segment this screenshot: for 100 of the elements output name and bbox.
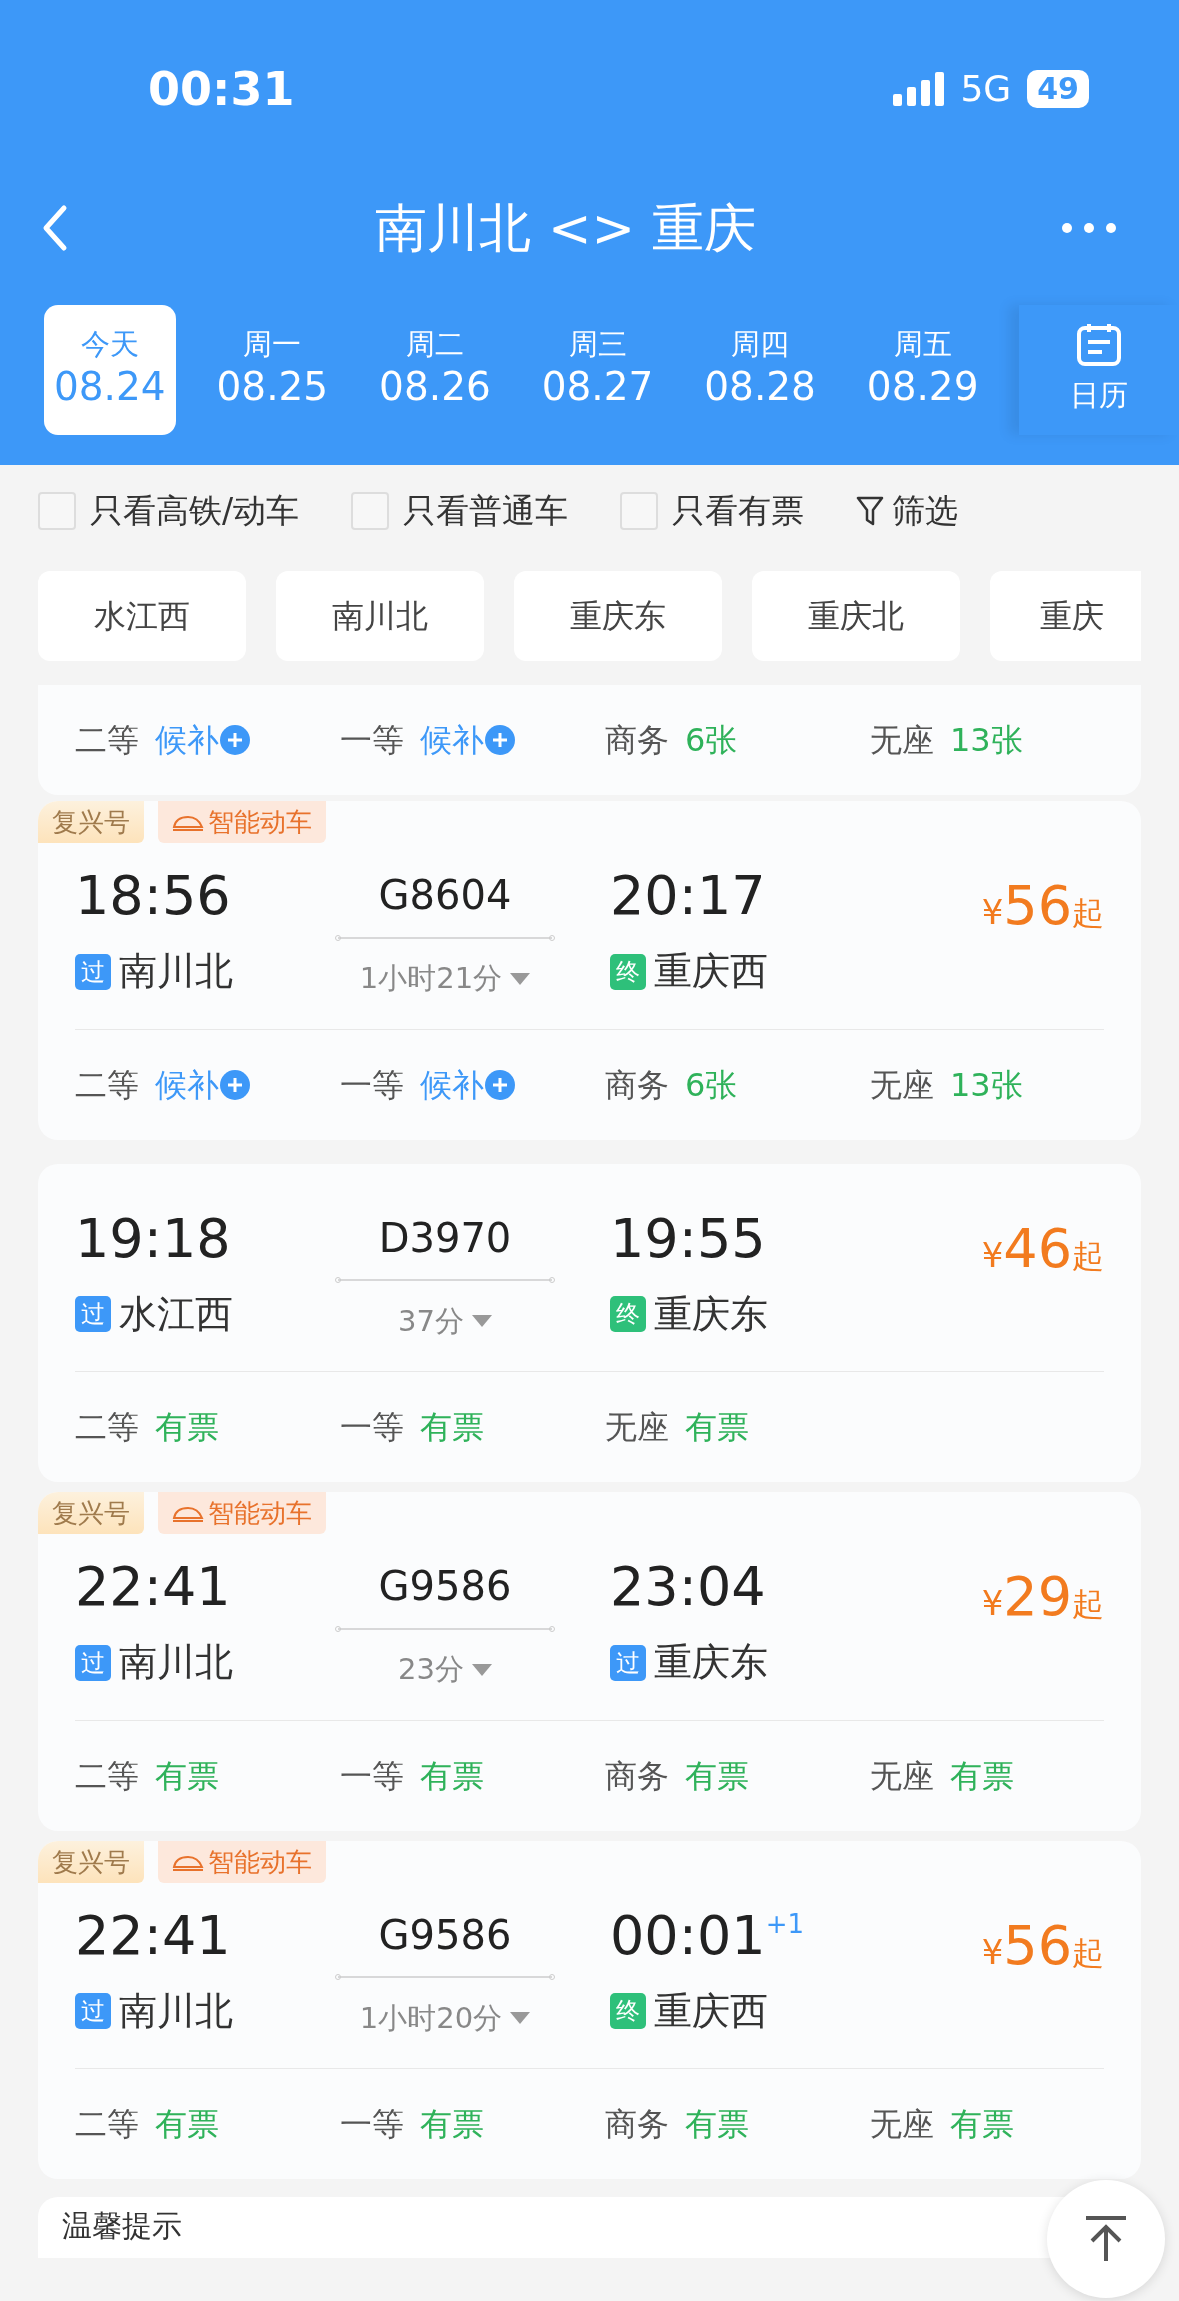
seat-status: 有票 [950, 2104, 1014, 2145]
seat-class: 一等 [340, 1407, 404, 1448]
travel-duration: 23分 [398, 1651, 464, 1688]
train-number[interactable]: G8604 [335, 865, 555, 925]
filter-button[interactable]: 筛选 [856, 486, 959, 536]
seat-class: 二等 [75, 1755, 139, 1797]
seat-status: 13张 [950, 1064, 1023, 1106]
seat-status: 候补 [155, 1064, 219, 1106]
seat-class: 一等 [340, 1064, 404, 1106]
seat-status: 有票 [420, 2104, 484, 2145]
plus-icon[interactable] [219, 724, 251, 756]
train-icon [172, 813, 204, 831]
seat-class: 商务 [605, 720, 669, 761]
arrival-time: 19:55 [610, 1207, 766, 1270]
station-name: 重庆东 [654, 1639, 768, 1687]
station-chip[interactable]: 水江西 [38, 571, 246, 661]
filter-label: 只看高铁/动车 [90, 490, 300, 533]
calendar-icon [1076, 322, 1123, 367]
price: ¥56起 [981, 873, 1104, 939]
station-chip[interactable]: 重庆北 [752, 571, 960, 661]
train-badge: 智能动车 [158, 1492, 326, 1534]
seat-class: 商务 [605, 2104, 669, 2145]
seat-status: 有票 [685, 1755, 749, 1797]
train-badge: 复兴号 [38, 801, 144, 843]
seat-status: 有票 [420, 1407, 484, 1448]
train-number[interactable]: G9586 [335, 1904, 555, 1965]
departure-time: 19:18 [75, 1207, 232, 1270]
seat-status: 有票 [155, 1407, 219, 1448]
seat-status: 候补 [420, 1064, 484, 1106]
filter-label: 只看有票 [672, 490, 805, 533]
seat-class: 商务 [605, 1755, 669, 1797]
seat-class: 一等 [340, 720, 404, 761]
train-badge: 智能动车 [158, 801, 326, 843]
train-badge: 智能动车 [158, 1840, 326, 1883]
travel-duration: 1小时21分 [359, 960, 503, 997]
route-title: 南川北 <> 重庆 [375, 197, 756, 260]
price: ¥56起 [981, 1912, 1104, 1979]
plus-icon[interactable] [484, 724, 516, 756]
seat-status: 有票 [685, 1407, 749, 1448]
seat-status: 有票 [685, 2104, 749, 2145]
station-name: 重庆西 [654, 1987, 768, 2035]
network-type: 5G [960, 67, 1012, 111]
train-card[interactable]: 复兴号 智能动车 22:41 过 南川北 G9586 23分 23:04 过 重庆东 ¥29起 二等 有票 一等 有票 商务 有票 无座 有票 [38, 1492, 1141, 1831]
seat-status: 13张 [950, 720, 1023, 761]
seat-status: 有票 [155, 1755, 219, 1797]
station-chip[interactable]: 重庆东 [514, 571, 722, 661]
departure-time: 18:56 [75, 865, 232, 928]
station-tag: 过 [75, 1993, 111, 2030]
seat-status: 6张 [685, 1064, 738, 1106]
departure-time: 22:41 [75, 1556, 232, 1619]
station-tag: 过 [610, 1644, 646, 1681]
checkbox[interactable] [38, 492, 76, 530]
station-chip[interactable]: 重庆 [990, 571, 1141, 661]
station-name: 南川北 [119, 948, 233, 996]
seat-status: 6张 [685, 720, 738, 761]
clock-time: 00:31 [148, 60, 295, 118]
station-name: 南川北 [119, 1639, 233, 1687]
more-icon[interactable] [1061, 222, 1117, 234]
station-tag: 过 [75, 1296, 111, 1333]
train-icon [172, 1504, 204, 1522]
train-card[interactable]: 复兴号 智能动车 18:56 过 南川北 G8604 1小时21分 20:17 终 重庆西 ¥56起 二等 候补 一等 候补 商务 6张 无座 13张 [38, 801, 1141, 1140]
station-tag: 终 [610, 1993, 646, 2030]
checkbox[interactable] [620, 492, 659, 530]
station-name: 重庆西 [654, 948, 768, 996]
checkbox[interactable] [351, 492, 390, 530]
next-day-mark: +1 [765, 1907, 804, 1941]
funnel-icon [856, 496, 885, 526]
caret-icon[interactable] [471, 1663, 492, 1676]
arrival-time: 23:04 [610, 1556, 766, 1619]
train-badge: 复兴号 [38, 1492, 144, 1534]
station-chip[interactable]: 南川北 [276, 571, 484, 661]
battery-level: 49 [1027, 70, 1089, 108]
seat-status: 有票 [420, 1755, 484, 1797]
seat-class: 无座 [870, 720, 934, 761]
seat-status: 有票 [950, 1755, 1014, 1797]
station-tag: 过 [75, 1644, 111, 1681]
train-number[interactable]: G9586 [335, 1556, 555, 1616]
seat-class: 二等 [75, 2104, 139, 2145]
plus-icon[interactable] [219, 1068, 251, 1101]
seat-class: 无座 [870, 1755, 934, 1797]
station-tag: 终 [610, 953, 646, 990]
plus-icon[interactable] [484, 1068, 516, 1101]
train-number[interactable]: D3970 [335, 1207, 555, 1268]
caret-icon[interactable] [510, 972, 531, 985]
seat-class: 二等 [75, 1064, 139, 1106]
train-card[interactable]: 19:18 过 水江西 D3970 37分 19:55 终 重庆东 ¥46起 二等 有票 一等 有票 无座 有票 [38, 1163, 1141, 1482]
train-card[interactable]: 二等 候补 一等 候补 商务 6张 无座 13张 [38, 685, 1141, 795]
caret-icon[interactable] [510, 2012, 531, 2025]
arrival-time: 20:17 [610, 865, 766, 928]
station-tag: 过 [75, 953, 111, 990]
seat-class: 一等 [340, 2104, 404, 2145]
seat-class: 无座 [870, 2104, 934, 2145]
station-tag: 终 [610, 1296, 646, 1333]
caret-icon[interactable] [471, 1315, 492, 1328]
travel-duration: 37分 [398, 1302, 464, 1340]
station-name: 水江西 [119, 1290, 233, 1338]
station-name: 南川北 [119, 1987, 233, 2035]
seat-class: 二等 [75, 1407, 139, 1448]
travel-duration: 1小时20分 [359, 1999, 503, 2037]
station-name: 重庆东 [654, 1290, 768, 1338]
